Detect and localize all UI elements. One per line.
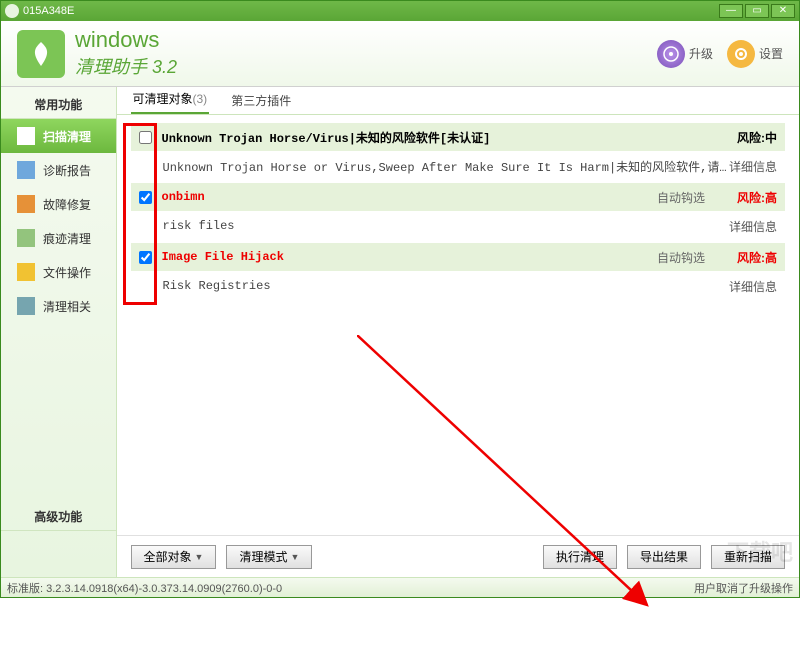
sidebar-label: 诊断报告 xyxy=(43,162,91,179)
item-body: Risk Registries 详细信息 xyxy=(131,271,786,301)
app-title-block: windows 清理助手 3.2 xyxy=(75,28,177,78)
disc-icon xyxy=(657,40,685,68)
maximize-button[interactable]: ▭ xyxy=(745,4,769,18)
sidebar-item-trace[interactable]: 痕迹清理 xyxy=(1,221,116,255)
item-checkbox[interactable] xyxy=(139,131,152,144)
caret-down-icon: ▼ xyxy=(195,552,204,562)
logo-icon xyxy=(17,30,65,78)
scan-item-0: Unknown Trojan Horse/Virus|未知的风险软件[未认证] … xyxy=(131,123,786,181)
item-header[interactable]: Unknown Trojan Horse/Virus|未知的风险软件[未认证] … xyxy=(131,123,786,151)
item-auto: 自动钩选 xyxy=(657,249,717,266)
sidebar-label: 扫描清理 xyxy=(43,128,91,145)
item-detail-link[interactable]: 详细信息 xyxy=(729,218,777,235)
item-risk: 风险:高 xyxy=(737,249,777,266)
tabs: 可清理对象(3) 第三方插件 xyxy=(117,87,800,115)
minimize-button[interactable]: — xyxy=(719,4,743,18)
item-checkbox[interactable] xyxy=(139,251,152,264)
app-name: windows xyxy=(75,28,177,52)
clean-icon xyxy=(17,297,35,315)
clean-mode-dropdown[interactable]: 清理模式▼ xyxy=(226,545,312,569)
header: windows 清理助手 3.2 升级 设置 xyxy=(1,21,799,87)
sidebar-item-file-ops[interactable]: 文件操作 xyxy=(1,255,116,289)
item-checkbox[interactable] xyxy=(139,191,152,204)
arrow-icon xyxy=(17,127,35,145)
bottom-bar: 全部对象▼ 清理模式▼ 执行清理 导出结果 重新扫描 xyxy=(117,535,800,577)
item-detail-link[interactable]: 详细信息 xyxy=(729,278,777,295)
scan-item-1: onbimn 自动钩选 风险:高 risk files 详细信息 xyxy=(131,183,786,241)
gear-icon xyxy=(727,40,755,68)
app-icon xyxy=(5,4,19,18)
sidebar-label: 文件操作 xyxy=(43,264,91,281)
settings-button[interactable]: 设置 xyxy=(727,40,783,68)
btn-label: 清理模式 xyxy=(239,548,287,565)
item-title: Unknown Trojan Horse/Virus|未知的风险软件[未认证] xyxy=(162,129,658,146)
watermark: 下载吧 xyxy=(727,535,793,567)
annotation-arrow xyxy=(357,335,677,655)
item-desc: Unknown Trojan Horse or Virus,Sweep Afte… xyxy=(163,158,729,175)
btn-label: 执行清理 xyxy=(556,548,604,565)
item-desc: risk files xyxy=(163,219,729,233)
upgrade-label: 升级 xyxy=(689,45,713,62)
broom-icon xyxy=(17,229,35,247)
item-title: onbimn xyxy=(162,190,658,204)
report-icon xyxy=(17,161,35,179)
sidebar-label: 清理相关 xyxy=(43,298,91,315)
caret-down-icon: ▼ xyxy=(290,552,299,562)
item-risk: 风险:高 xyxy=(737,189,777,206)
statusbar: 标准版: 3.2.3.14.0918(x64)-3.0.373.14.0909(… xyxy=(1,577,799,597)
sidebar-label: 故障修复 xyxy=(43,196,91,213)
app-subtitle: 清理助手 3.2 xyxy=(75,53,177,79)
execute-clean-button[interactable]: 执行清理 xyxy=(543,545,617,569)
item-body: Unknown Trojan Horse or Virus,Sweep Afte… xyxy=(131,151,786,181)
tab-cleanable[interactable]: 可清理对象(3) xyxy=(131,85,210,114)
sidebar-label: 痕迹清理 xyxy=(43,230,91,247)
sidebar-common-header: 常用功能 xyxy=(1,91,116,119)
sidebar-item-diagnosis[interactable]: 诊断报告 xyxy=(1,153,116,187)
sidebar-item-repair[interactable]: 故障修复 xyxy=(1,187,116,221)
btn-label: 导出结果 xyxy=(640,548,688,565)
sidebar-advanced-header: 高级功能 xyxy=(1,503,116,531)
body: 常用功能 扫描清理 诊断报告 故障修复 痕迹清理 文件操作 xyxy=(1,87,799,577)
window-title: 015A348E xyxy=(23,5,719,17)
tab-count: (3) xyxy=(193,92,208,106)
all-objects-dropdown[interactable]: 全部对象▼ xyxy=(131,545,217,569)
tab-label: 第三方插件 xyxy=(231,94,291,108)
sidebar: 常用功能 扫描清理 诊断报告 故障修复 痕迹清理 文件操作 xyxy=(1,87,117,577)
export-result-button[interactable]: 导出结果 xyxy=(627,545,701,569)
close-button[interactable]: ✕ xyxy=(771,4,795,18)
version-text: 标准版: 3.2.3.14.0918(x64)-3.0.373.14.0909(… xyxy=(7,580,282,596)
item-body: risk files 详细信息 xyxy=(131,211,786,241)
item-header[interactable]: Image File Hijack 自动钩选 风险:高 xyxy=(131,243,786,271)
window-controls: — ▭ ✕ xyxy=(719,4,795,18)
wrench-icon xyxy=(17,195,35,213)
item-detail-link[interactable]: 详细信息 xyxy=(729,158,777,175)
file-icon xyxy=(17,263,35,281)
status-message: 用户取消了升级操作 xyxy=(694,580,793,596)
main: 可清理对象(3) 第三方插件 Unknown Trojan Horse/Viru… xyxy=(117,87,800,577)
item-auto: 自动钩选 xyxy=(657,189,717,206)
tab-thirdparty[interactable]: 第三方插件 xyxy=(229,87,293,114)
scan-item-2: Image File Hijack 自动钩选 风险:高 Risk Registr… xyxy=(131,243,786,301)
sidebar-item-scan-clean[interactable]: 扫描清理 xyxy=(1,119,116,153)
settings-label: 设置 xyxy=(759,45,783,62)
app-window: 015A348E — ▭ ✕ windows 清理助手 3.2 升级 设置 xyxy=(0,0,800,598)
content: Unknown Trojan Horse/Virus|未知的风险软件[未认证] … xyxy=(117,115,800,535)
titlebar[interactable]: 015A348E — ▭ ✕ xyxy=(1,1,799,21)
item-title: Image File Hijack xyxy=(162,250,658,264)
upgrade-button[interactable]: 升级 xyxy=(657,40,713,68)
item-desc: Risk Registries xyxy=(163,279,729,293)
item-header[interactable]: onbimn 自动钩选 风险:高 xyxy=(131,183,786,211)
tab-label: 可清理对象 xyxy=(133,92,193,106)
item-risk: 风险:中 xyxy=(737,129,777,146)
btn-label: 全部对象 xyxy=(144,548,192,565)
sidebar-item-clean-related[interactable]: 清理相关 xyxy=(1,289,116,323)
